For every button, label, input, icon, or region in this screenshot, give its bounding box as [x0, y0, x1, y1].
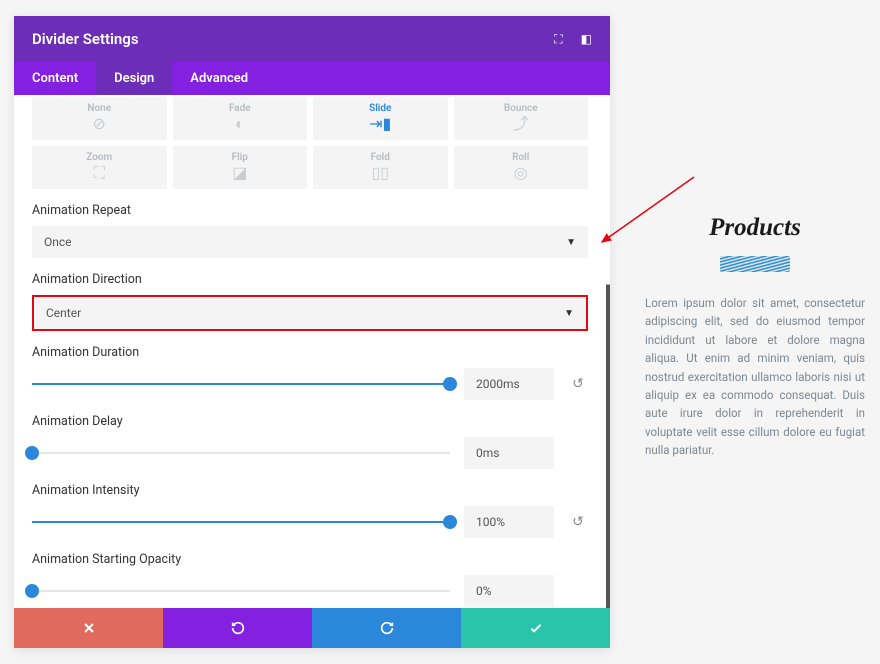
panel-header: Divider Settings ⛶ ◧: [14, 16, 610, 62]
chevron-down-icon: ▼: [566, 237, 576, 248]
chevron-down-icon: ▼: [564, 308, 574, 319]
field-label: Animation Starting Opacity: [32, 552, 588, 567]
anim-style-bounce[interactable]: Bounce ⤴: [454, 97, 589, 140]
flip-icon: ◪: [173, 165, 308, 181]
slider-handle[interactable]: [25, 584, 39, 598]
slider-handle[interactable]: [443, 515, 457, 529]
save-button[interactable]: [461, 608, 610, 648]
panel-header-actions: ⛶ ◧: [554, 32, 592, 47]
select-animation-repeat[interactable]: Once ▼: [32, 226, 588, 258]
anim-label: None: [32, 103, 167, 114]
expand-icon[interactable]: ⛶: [554, 32, 562, 47]
anim-label: Fade: [173, 103, 308, 114]
anim-label: Fold: [313, 152, 448, 163]
snap-icon[interactable]: ◧: [581, 32, 592, 46]
tabs: Content Design Advanced: [14, 62, 610, 95]
select-value: Once: [44, 235, 72, 249]
panel-footer: [14, 608, 610, 648]
settings-panel: Divider Settings ⛶ ◧ Content Design Adva…: [14, 16, 610, 648]
reset-icon[interactable]: ↺: [568, 514, 588, 530]
fold-icon: ▯▯: [313, 165, 448, 181]
redo-icon: [379, 620, 395, 636]
field-animation-direction: Animation Direction Center ▼: [32, 272, 588, 331]
anim-style-zoom[interactable]: Zoom ⛶: [32, 146, 167, 189]
field-animation-delay: Animation Delay 0ms ↺: [32, 414, 588, 469]
field-animation-intensity: Animation Intensity 100% ↺: [32, 483, 588, 538]
select-animation-direction[interactable]: Center ▼: [32, 295, 588, 331]
redo-button[interactable]: [312, 608, 461, 648]
field-animation-opacity: Animation Starting Opacity 0% ↺: [32, 552, 588, 607]
slider-handle[interactable]: [25, 446, 39, 460]
slider-value-input[interactable]: 0%: [464, 575, 554, 607]
roll-icon: ◎: [454, 165, 589, 181]
panel-title: Divider Settings: [32, 30, 139, 48]
fade-icon: ◐: [173, 116, 308, 132]
anim-style-flip[interactable]: Flip ◪: [173, 146, 308, 189]
anim-style-roll[interactable]: Roll ◎: [454, 146, 589, 189]
slider-delay[interactable]: [32, 452, 450, 454]
preview-divider: [720, 256, 790, 272]
preview-title: Products: [645, 214, 865, 242]
cancel-button[interactable]: [14, 608, 163, 648]
ban-icon: ⊘: [32, 116, 167, 132]
undo-icon: [230, 620, 246, 636]
slider-duration[interactable]: [32, 383, 450, 385]
anim-style-none[interactable]: None ⊘: [32, 97, 167, 140]
field-animation-duration: Animation Duration 2000ms ↺: [32, 345, 588, 400]
reset-icon[interactable]: ↺: [568, 376, 588, 392]
anim-label: Roll: [454, 152, 589, 163]
field-label: Animation Direction: [32, 272, 588, 287]
slider-opacity[interactable]: [32, 590, 450, 592]
undo-button[interactable]: [163, 608, 312, 648]
field-label: Animation Repeat: [32, 203, 588, 218]
zoom-icon: ⛶: [32, 165, 167, 181]
slider-value-input[interactable]: 2000ms: [464, 368, 554, 400]
select-value: Center: [46, 306, 81, 320]
panel-body: None ⊘ Fade ◐ Slide ⇥▮ Bounce ⤴ Zoom ⛶ F…: [14, 95, 610, 608]
anim-label: Zoom: [32, 152, 167, 163]
anim-style-slide[interactable]: Slide ⇥▮: [313, 97, 448, 140]
field-label: Animation Duration: [32, 345, 588, 360]
anim-style-fold[interactable]: Fold ▯▯: [313, 146, 448, 189]
field-label: Animation Intensity: [32, 483, 588, 498]
preview-text: Lorem ipsum dolor sit amet, consectetur …: [645, 294, 865, 460]
field-animation-repeat: Animation Repeat Once ▼: [32, 203, 588, 258]
anim-label: Flip: [173, 152, 308, 163]
preview-pane: Products Lorem ipsum dolor sit amet, con…: [645, 214, 865, 460]
tab-advanced[interactable]: Advanced: [172, 62, 266, 95]
tab-design[interactable]: Design: [96, 62, 172, 95]
slider-intensity[interactable]: [32, 521, 450, 523]
bounce-icon: ⤴: [454, 116, 589, 132]
slider-value-input[interactable]: 100%: [464, 506, 554, 538]
slider-handle[interactable]: [443, 377, 457, 391]
slide-icon: ⇥▮: [313, 116, 448, 132]
check-icon: [528, 620, 544, 636]
slider-value-input[interactable]: 0ms: [464, 437, 554, 469]
field-label: Animation Delay: [32, 414, 588, 429]
tab-content[interactable]: Content: [14, 62, 96, 95]
anim-label: Bounce: [454, 103, 589, 114]
anim-label: Slide: [313, 103, 448, 114]
anim-style-fade[interactable]: Fade ◐: [173, 97, 308, 140]
animation-style-grid: None ⊘ Fade ◐ Slide ⇥▮ Bounce ⤴ Zoom ⛶ F…: [32, 97, 588, 189]
close-icon: [81, 620, 97, 636]
